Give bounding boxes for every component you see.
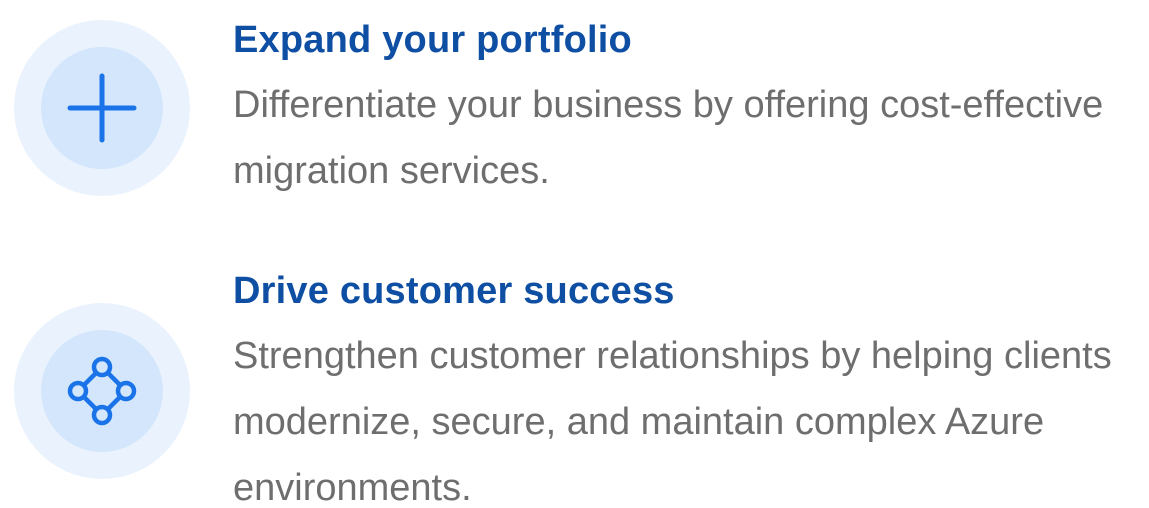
icon-badge-inner bbox=[41, 330, 163, 452]
feature-expand-portfolio: Expand your portfolio Differentiate your… bbox=[0, 0, 1149, 230]
icon-badge-outer bbox=[14, 20, 190, 196]
feature-text: Expand your portfolio Differentiate your… bbox=[233, 14, 1143, 204]
feature-title: Drive customer success bbox=[233, 270, 675, 312]
feature-title: Expand your portfolio bbox=[233, 19, 632, 61]
feature-drive-success: Drive customer success Strengthen custom… bbox=[0, 255, 1149, 508]
feature-description: Strengthen customer relationships by hel… bbox=[233, 335, 1112, 508]
network-nodes-icon bbox=[64, 353, 140, 429]
icon-badge-outer bbox=[14, 303, 190, 479]
feature-list: Expand your portfolio Differentiate your… bbox=[0, 0, 1149, 508]
icon-badge-inner bbox=[41, 47, 163, 169]
plus-icon bbox=[66, 72, 138, 144]
feature-description: Differentiate your business by offering … bbox=[233, 84, 1104, 192]
feature-text: Drive customer success Strengthen custom… bbox=[233, 265, 1143, 508]
